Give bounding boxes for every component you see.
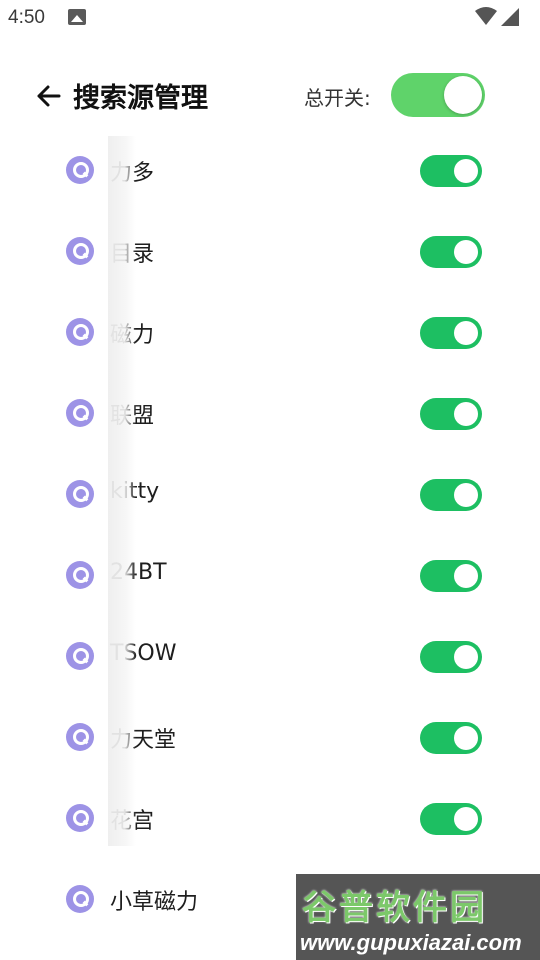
search-icon: [66, 723, 94, 751]
toggle-knob: [444, 76, 482, 114]
source-toggle[interactable]: [420, 560, 482, 592]
search-icon: [66, 561, 94, 589]
source-row: 力天堂: [0, 697, 540, 778]
wifi-icon: [475, 7, 497, 25]
source-row: 磁力: [0, 292, 540, 373]
search-icon: [66, 804, 94, 832]
image-notification-icon: [68, 9, 86, 25]
toggle-knob: [454, 240, 478, 264]
toggle-knob: [454, 402, 478, 426]
search-icon: [66, 399, 94, 427]
search-icon: [66, 885, 94, 913]
arrow-left-icon: [37, 85, 61, 107]
search-icon: [66, 318, 94, 346]
status-time: 4:50: [8, 7, 45, 28]
search-icon: [66, 156, 94, 184]
search-icon: [66, 480, 94, 508]
master-switch-label: 总开关:: [304, 86, 371, 110]
search-icon: [66, 237, 94, 265]
source-row: 力多: [0, 130, 540, 211]
source-row: TSOW: [0, 616, 540, 697]
page-title: 搜索源管理: [73, 83, 208, 114]
app-bar: 搜索源管理 总开关:: [0, 60, 540, 132]
source-label: 小草磁力: [110, 890, 199, 915]
watermark: 谷普软件园 www.gupuxiazai.com: [296, 874, 540, 960]
source-toggle[interactable]: [420, 398, 482, 430]
source-row: kitty: [0, 454, 540, 535]
source-toggle[interactable]: [420, 803, 482, 835]
source-row: 花宫: [0, 778, 540, 859]
source-toggle[interactable]: [420, 722, 482, 754]
source-toggle[interactable]: [420, 155, 482, 187]
toggle-knob: [454, 483, 478, 507]
redaction-blur: [108, 136, 136, 846]
watermark-url: www.gupuxiazai.com: [300, 930, 522, 955]
toggle-knob: [454, 726, 478, 750]
status-bar: 4:50: [0, 0, 540, 36]
back-button[interactable]: [30, 78, 66, 114]
toggle-knob: [454, 807, 478, 831]
master-toggle[interactable]: [391, 73, 485, 117]
toggle-knob: [454, 645, 478, 669]
source-toggle[interactable]: [420, 479, 482, 511]
toggle-knob: [454, 159, 478, 183]
source-row: 24BT: [0, 535, 540, 616]
source-list: 力多 目录 磁力 联盟 kitty 24BT TSOW 力天堂 花宫: [0, 130, 540, 940]
source-toggle[interactable]: [420, 641, 482, 673]
source-row: 联盟: [0, 373, 540, 454]
watermark-brand: 谷普软件园: [302, 888, 487, 928]
source-toggle[interactable]: [420, 317, 482, 349]
source-row: 目录: [0, 211, 540, 292]
search-icon: [66, 642, 94, 670]
cell-signal-icon: [501, 8, 519, 26]
source-toggle[interactable]: [420, 236, 482, 268]
toggle-knob: [454, 564, 478, 588]
toggle-knob: [454, 321, 478, 345]
